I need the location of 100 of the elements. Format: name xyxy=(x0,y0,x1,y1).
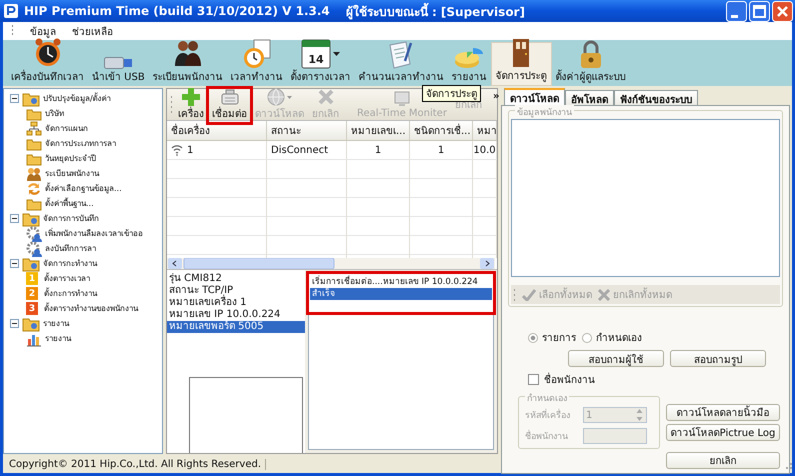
folder-icon xyxy=(22,256,40,272)
usb-drive-icon xyxy=(104,57,132,69)
checkbox[interactable]: ชื่อพนักงาน xyxy=(528,372,595,387)
column-header[interactable]: ชนิดการเชื่... xyxy=(410,121,473,140)
tree-item[interactable]: วันหยุดประจำปี xyxy=(45,152,96,165)
list-item[interactable]: หมายเลขเครื่อง 1 xyxy=(167,297,305,309)
minimize-icon[interactable] xyxy=(726,0,747,22)
table-cell: DisConnect xyxy=(267,141,347,159)
list-item[interactable]: สถานะ TCP/IP xyxy=(167,285,305,297)
number-badge: 3 xyxy=(26,302,38,315)
table-cell: 10.0 xyxy=(473,141,497,159)
gear-people-icon xyxy=(26,240,42,256)
calendar-icon: 14 xyxy=(301,39,332,69)
current-user-label: ผู้ใช้ระบบขณะนี้ : [Supervisor] xyxy=(346,2,525,20)
toolbar-button[interactable]: เครื่อง xyxy=(175,88,207,121)
table-cell: 1 xyxy=(410,141,473,159)
tree-item[interactable]: จัดการประเภทการลา xyxy=(45,137,116,150)
tree-item[interactable]: จัดการแผนก xyxy=(45,122,88,135)
folder-icon xyxy=(22,210,40,226)
tree-item[interactable]: เพิ่มพนักงานลืมลงเวลาเข้าออ xyxy=(45,227,143,240)
copyright-text: Copyright© 2011 Hip.Co.,Ltd. All Rights Reserved. xyxy=(5,459,266,470)
list-item[interactable]: หมายเลขพอร์ต 5005 xyxy=(167,321,305,333)
field-label: ชื่อพนักงาน xyxy=(525,429,577,443)
maximize-icon[interactable] xyxy=(749,0,770,22)
cell-text: 1 xyxy=(187,144,194,156)
toolbar-button[interactable]: เชื่อมต่อ xyxy=(209,88,250,121)
tree-item[interactable]: ตั้งตารางทำงานของพนักงาน xyxy=(44,302,138,315)
toolbar-button[interactable]: เวลาทำงาน xyxy=(226,42,287,86)
horizontal-scrollbar[interactable] xyxy=(167,258,495,269)
tree-item[interactable]: บริษัท xyxy=(45,107,64,120)
toolbar-button[interactable]: รายงาน xyxy=(448,42,491,86)
tab[interactable]: อัพโหลด xyxy=(565,90,614,105)
tree-item[interactable]: จัดการการบันทึก xyxy=(43,212,99,225)
tree-item[interactable]: จัดการกะทำงาน xyxy=(43,257,97,270)
door-icon xyxy=(512,38,530,68)
radio-button[interactable]: กำหนดเอง xyxy=(582,330,642,345)
collapse-icon[interactable] xyxy=(10,214,19,223)
people-icon xyxy=(26,166,42,182)
tree-item[interactable]: ตั้งกะการทำงาน xyxy=(44,287,97,300)
collapse-icon[interactable] xyxy=(10,94,19,103)
toolbar-button[interactable]: นำเข้า USB xyxy=(88,42,149,86)
grip-icon xyxy=(513,288,516,302)
keypad-device-icon xyxy=(220,88,238,106)
close-icon[interactable] xyxy=(772,0,793,22)
number-badge: 1 xyxy=(26,272,38,285)
overflow-button[interactable]: » xyxy=(488,91,504,102)
list-item[interactable]: หมายเลข IP 10.0.0.224 xyxy=(167,309,305,321)
log-entry[interactable]: เริ่มการเชื่อมต่อ....หมายเลข IP 10.0.0.224 xyxy=(310,276,492,288)
padlock-icon xyxy=(580,39,602,69)
signal-icon xyxy=(171,144,183,156)
tree-item[interactable]: ตั้งตารางเวลา xyxy=(44,272,90,285)
list-item[interactable]: รุ่น CMI812 xyxy=(167,273,305,285)
grip-icon xyxy=(170,94,173,116)
tree-item[interactable]: ตั้งค่าเลือกฐานข้อมูล... xyxy=(45,182,122,195)
tree-item[interactable]: รายงาน xyxy=(43,317,69,330)
radio-button[interactable]: รายการ xyxy=(528,330,576,345)
number-badge: 2 xyxy=(26,287,38,300)
toolbar-button[interactable]: ตั้งค่าผู้ดูแลระบบ xyxy=(552,42,630,86)
tooltip: จัดการประตู xyxy=(422,85,481,102)
toolbar-button[interactable]: จัดการประตู xyxy=(490,42,552,86)
checkmark-icon xyxy=(522,288,536,300)
toolbar-button[interactable]: ระเบียนพนักงาน xyxy=(148,42,227,86)
group-title: ข้อมูลพนักงาน xyxy=(515,105,574,119)
collapse-icon[interactable] xyxy=(10,319,19,328)
column-header[interactable]: ชื่อเครื่อง xyxy=(167,121,267,140)
menu-item[interactable]: ข้อมูล xyxy=(30,24,56,38)
x-icon xyxy=(598,288,610,300)
collapse-icon[interactable] xyxy=(10,259,19,268)
toolbar-button[interactable]: 14 ตั้งตารางเวลา xyxy=(286,42,355,86)
grip-icon xyxy=(11,25,14,37)
query-button[interactable]: สอบถามรูป xyxy=(670,350,766,367)
log-entry[interactable]: สำเร็จ xyxy=(310,288,492,300)
plus-icon xyxy=(182,88,200,106)
query-button[interactable]: สอบถามผู้ใช้ xyxy=(568,350,664,367)
tree-item[interactable]: ปรับปรุงข้อมูล/ตั้งค่า xyxy=(43,92,111,105)
field-label: รหัสที่เครื่อง xyxy=(525,408,577,422)
folder-icon xyxy=(22,90,40,106)
tab[interactable]: ฟังก์ชันของระบบ xyxy=(614,90,698,105)
tree-item[interactable]: ลงบันทึกการลา xyxy=(45,242,96,255)
action-button[interactable]: ดาวน์โหลดลายนิ้วมือ xyxy=(666,404,780,421)
tree-item[interactable]: ระเบียนพนักงาน xyxy=(45,167,99,180)
toolbar-button[interactable]: เครื่องบันทึกเวลา xyxy=(7,42,88,86)
pie-chart-icon xyxy=(454,47,484,69)
resize-grip-icon[interactable] xyxy=(784,460,792,468)
action-button[interactable]: ดาวน์โหลดPictrue Log xyxy=(666,424,780,441)
tree-item[interactable]: รายงาน xyxy=(45,332,71,345)
arrows-icon xyxy=(26,180,42,196)
column-header[interactable]: หมายเลขเ... xyxy=(347,121,410,140)
gear-people-icon xyxy=(26,226,42,242)
action-button[interactable]: ยกเลิก xyxy=(666,452,780,469)
tree-item[interactable]: ตั้งค่าพื้นฐาน... xyxy=(45,197,94,210)
column-header[interactable]: หมา xyxy=(473,121,497,140)
toolbar-button[interactable]: คำนวนเวลาทำงาน xyxy=(354,42,448,86)
table-cell: 1 xyxy=(347,141,410,159)
app-logo-icon xyxy=(4,4,18,18)
globe-icon xyxy=(267,88,285,106)
tab[interactable]: ดาวน์โหลด xyxy=(504,88,565,105)
column-header[interactable]: สถานะ xyxy=(267,121,347,140)
menu-item[interactable]: ช่วยเหลือ xyxy=(72,24,113,38)
org-chart-icon xyxy=(26,120,42,136)
